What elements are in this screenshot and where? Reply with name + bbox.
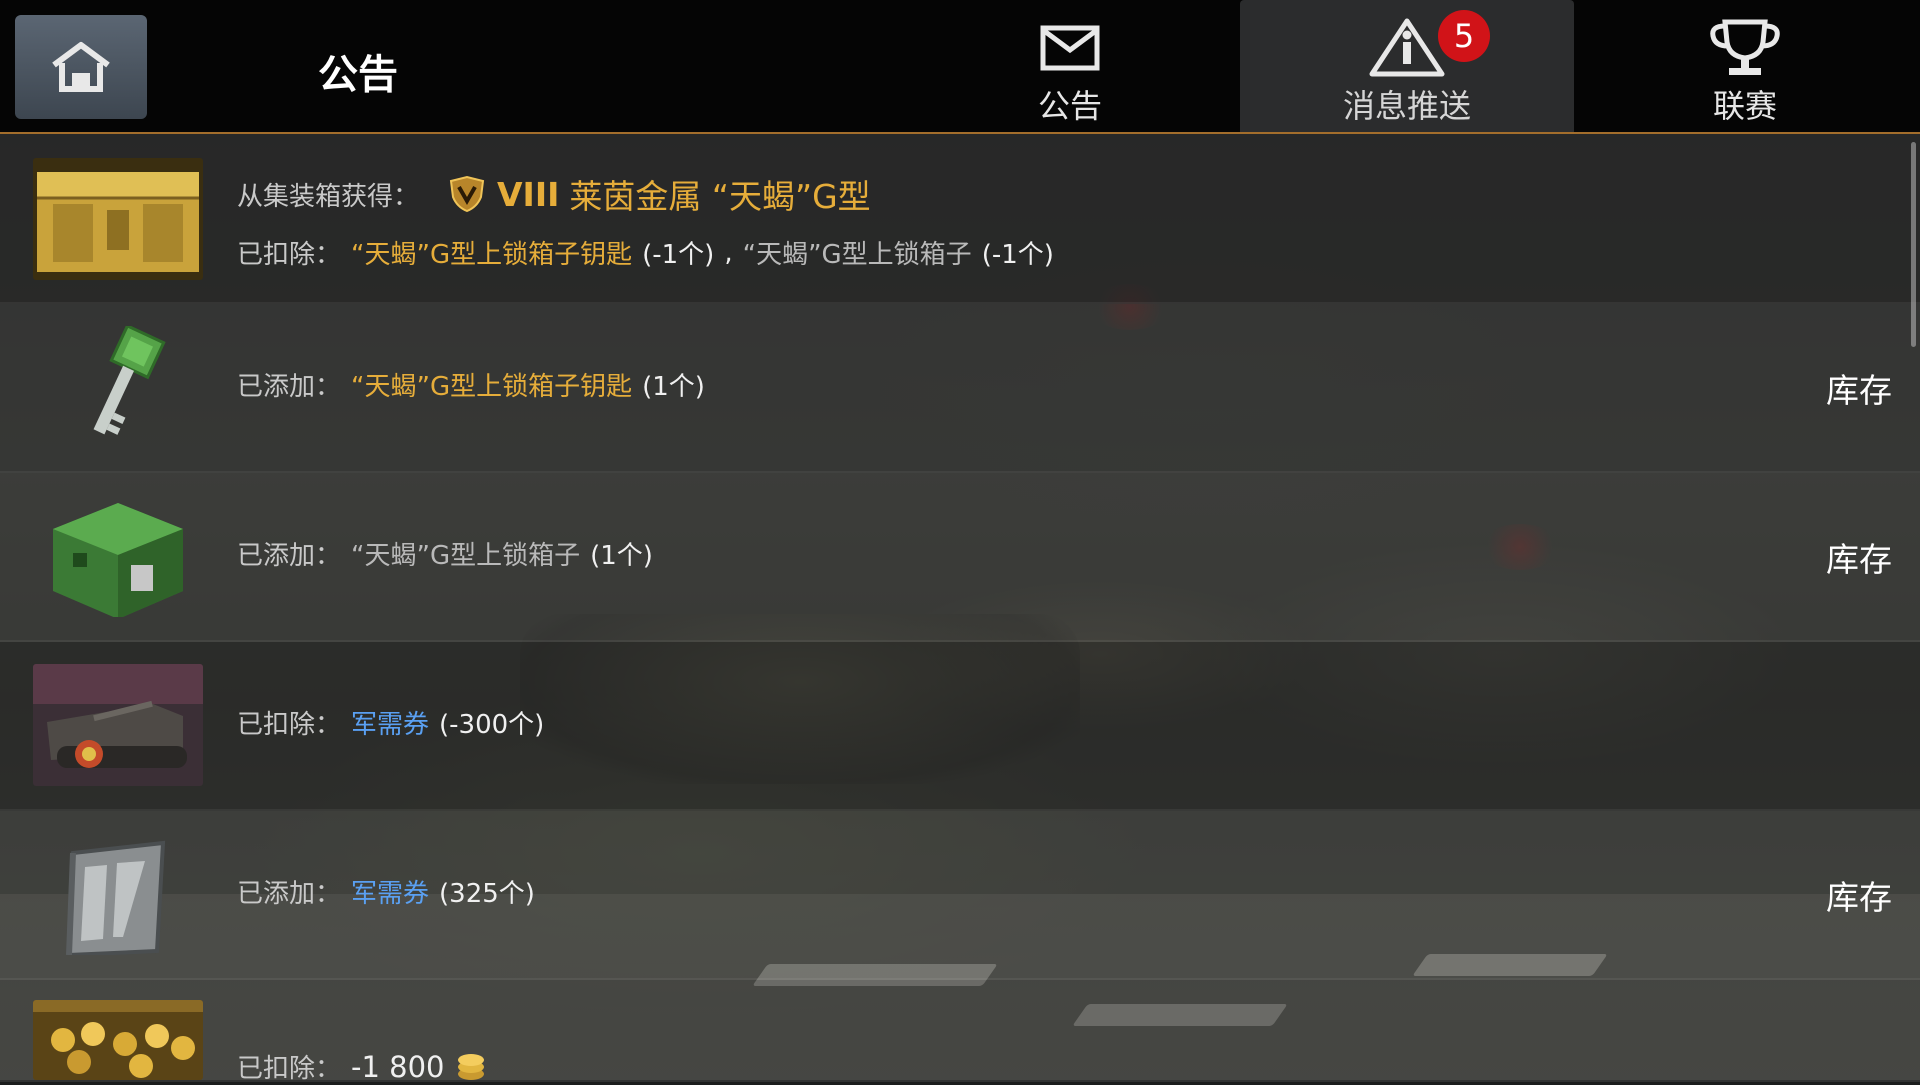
home-icon (52, 42, 110, 92)
tab-announcements[interactable]: 公告 (990, 0, 1150, 132)
warning-icon (1369, 18, 1445, 77)
page-title: 公告 (318, 52, 398, 98)
tab-label: 联赛 (1712, 87, 1777, 125)
trophy-icon (1710, 19, 1780, 75)
home-button[interactable] (15, 15, 147, 119)
envelope-icon (1040, 25, 1100, 71)
added-line: 已添加： “天蝎”G型上锁箱子 (1个) (237, 535, 653, 572)
voucher-image (33, 833, 203, 955)
added-prefix: 已添加： (237, 879, 342, 909)
item-qty: (1个) (642, 372, 705, 402)
locked-box-image (33, 495, 203, 617)
item-name: “天蝎”G型上锁箱子 (742, 240, 972, 270)
event-tank-image (33, 664, 203, 786)
inventory-button[interactable]: 库存 (1826, 871, 1892, 919)
item-name: “天蝎”G型上锁箱子钥匙 (351, 372, 633, 402)
list-item: 已添加： “天蝎”G型上锁箱子 (1个) 库存 (0, 473, 1920, 642)
tab-push-messages[interactable]: 消息推送 (1240, 0, 1574, 132)
added-line: 已添加： 军需券 (325个) (237, 873, 535, 910)
deducted-line: 已扣除： “天蝎”G型上锁箱子钥匙 (-1个) , “天蝎”G型上锁箱子 (-1… (237, 234, 1054, 271)
tab-label: 消息推送 (1342, 87, 1471, 125)
list-item: 从集装箱获得： VIII 莱茵金属 “天蝎”G型 已扣除： “天蝎”G型上锁箱子… (0, 134, 1920, 304)
deducted-prefix: 已扣除： (237, 710, 342, 740)
list-item: 已扣除： 军需券 (-300个) (0, 642, 1920, 811)
item-qty: (325个) (439, 879, 535, 909)
notification-badge: 5 (1438, 10, 1490, 62)
deducted-line: 已扣除： -1 800 (237, 1048, 487, 1085)
item-qty: (-1个) (642, 240, 715, 270)
added-prefix: 已添加： (237, 372, 342, 402)
item-name: 军需券 (351, 710, 430, 740)
item-qty: (-1个) (981, 240, 1054, 270)
list-item: 已添加： 军需券 (325个) 库存 (0, 811, 1920, 980)
scrollbar[interactable] (1911, 142, 1916, 347)
tab-league[interactable]: 联赛 (1665, 0, 1825, 132)
obtained-prefix: 从集装箱获得： (237, 181, 420, 212)
gold-coins-icon (457, 1053, 484, 1080)
tier-shield-icon (449, 175, 485, 213)
vehicle-name[interactable]: 莱茵金属 “天蝎”G型 (569, 170, 870, 218)
message-list: 从集装箱获得： VIII 莱茵金属 “天蝎”G型 已扣除： “天蝎”G型上锁箱子… (0, 134, 1920, 1085)
inventory-button[interactable]: 库存 (1826, 364, 1892, 412)
added-prefix: 已添加： (237, 541, 342, 571)
obtained-line: 从集装箱获得： VIII 莱茵金属 “天蝎”G型 (237, 170, 871, 218)
deducted-prefix: 已扣除： (237, 240, 342, 270)
gold-amount: -1 800 (351, 1049, 445, 1084)
item-name: “天蝎”G型上锁箱子钥匙 (351, 240, 633, 270)
added-line: 已添加： “天蝎”G型上锁箱子钥匙 (1个) (237, 366, 705, 403)
separator: , (724, 237, 733, 268)
key-image (33, 326, 203, 448)
item-name: “天蝎”G型上锁箱子 (351, 541, 581, 571)
list-item: 已扣除： -1 800 (0, 980, 1920, 1085)
item-qty: (-300个) (439, 710, 545, 740)
gold-container-image (33, 158, 203, 280)
item-qty: (1个) (590, 541, 653, 571)
deducted-prefix: 已扣除： (237, 1054, 342, 1084)
deducted-line: 已扣除： 军需券 (-300个) (237, 704, 544, 741)
top-bar: 公告 公告 消息推送 5 联赛 (0, 0, 1920, 134)
gold-chest-image (33, 1000, 203, 1080)
tab-label: 公告 (1037, 87, 1102, 125)
inventory-button[interactable]: 库存 (1826, 533, 1892, 581)
tier-label: VIII (497, 174, 560, 214)
list-item: 已添加： “天蝎”G型上锁箱子钥匙 (1个) 库存 (0, 304, 1920, 473)
item-name: 军需券 (351, 879, 430, 909)
